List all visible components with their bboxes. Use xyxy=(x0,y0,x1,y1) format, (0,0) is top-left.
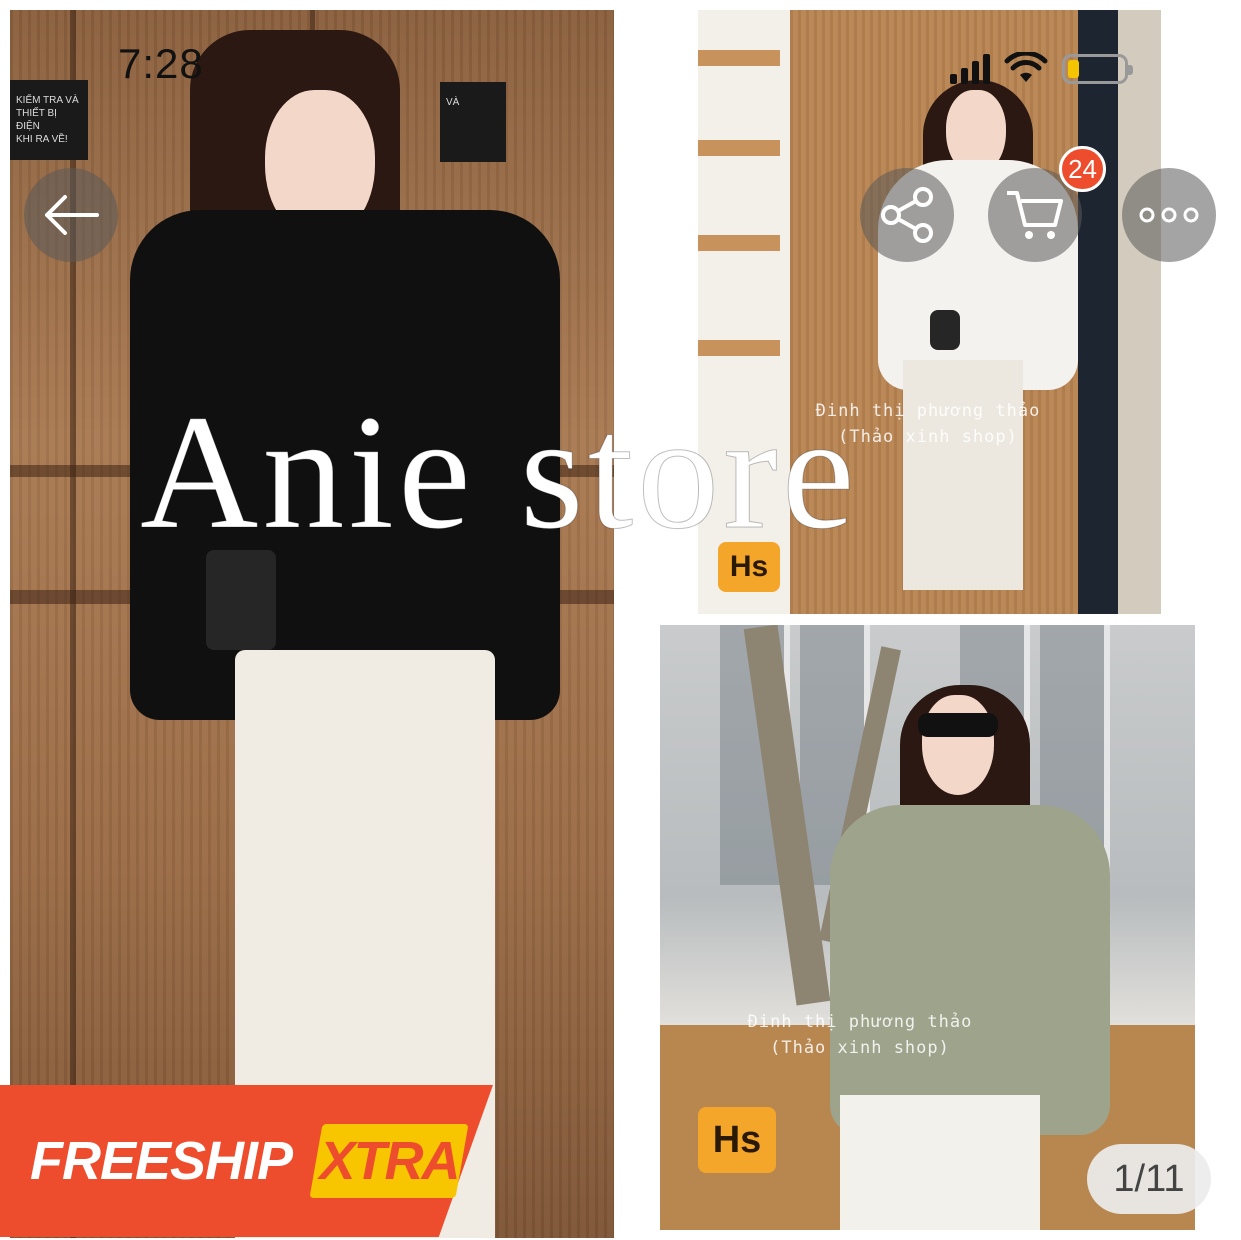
back-button[interactable] xyxy=(24,168,118,262)
sunglasses xyxy=(918,713,998,737)
cart-icon xyxy=(1007,191,1063,239)
photo-credit: Đinh thị phương thảo (Thảo xinh shop) xyxy=(700,1009,1020,1061)
photo-credit-shop: (Thảo xinh shop) xyxy=(770,1038,950,1058)
gallery-page-indicator: 1/11 xyxy=(1087,1144,1211,1214)
model-handbag xyxy=(930,310,960,350)
share-button[interactable] xyxy=(860,168,954,262)
freeship-label: FREESHIP xyxy=(30,1131,293,1191)
status-time: 7:28 xyxy=(118,40,204,87)
cart-button[interactable]: 24 xyxy=(988,146,1106,262)
store-watermark: Anie store xyxy=(140,382,859,563)
wall-sign-text: KIỂM TRA VÀ THIẾT BỊ ĐIỆN KHI RA VỀ! xyxy=(16,95,79,145)
arrow-left-icon xyxy=(45,195,99,235)
hs-badge: Hs xyxy=(698,1107,776,1173)
share-icon xyxy=(881,187,933,243)
photo-credit-name: Đinh thị phương thảo xyxy=(747,1012,973,1032)
shelf xyxy=(698,50,780,66)
model-sage-shirt xyxy=(830,805,1110,1135)
wall-sign: VÀ xyxy=(440,82,506,162)
model-face xyxy=(922,695,994,795)
battery-level xyxy=(1068,60,1079,78)
wifi-icon xyxy=(1004,52,1048,82)
cart-count-badge: 24 xyxy=(1059,146,1106,192)
wall-sign: KIỂM TRA VÀ THIẾT BỊ ĐIỆN KHI RA VỀ! xyxy=(10,80,88,160)
status-icons xyxy=(950,50,1133,84)
xtra-label: XTRA xyxy=(319,1131,461,1191)
more-horizontal-icon xyxy=(1139,207,1199,223)
model-white-pants xyxy=(840,1095,1040,1230)
shelf xyxy=(698,340,780,356)
shelf xyxy=(698,140,780,156)
shelf xyxy=(698,235,780,251)
more-button[interactable] xyxy=(1122,168,1216,262)
cellular-signal-icon xyxy=(950,54,990,84)
battery-icon xyxy=(1062,54,1133,84)
wall-sign-text: VÀ xyxy=(446,97,460,108)
model-handbag xyxy=(206,550,276,650)
product-photo-green[interactable]: Đinh thị phương thảo (Thảo xinh shop) Hs xyxy=(660,625,1195,1230)
